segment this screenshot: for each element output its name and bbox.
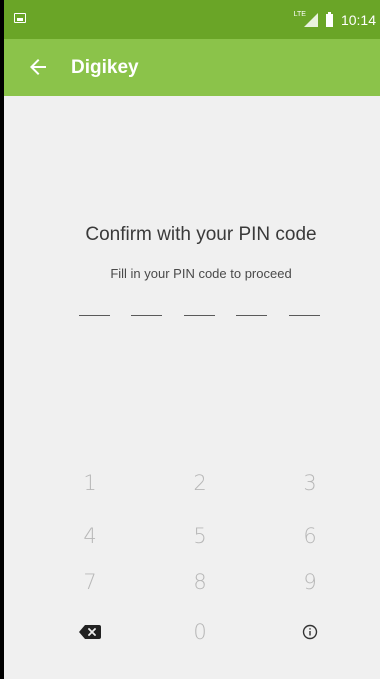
pin-slot [184, 315, 215, 316]
keypad-key-2[interactable]: 2 [170, 463, 230, 503]
pin-slot [289, 315, 320, 316]
prompt-title: Confirm with your PIN code [85, 224, 317, 245]
keypad-key-8[interactable]: 8 [170, 562, 230, 602]
battery-icon [325, 11, 333, 27]
keypad-key-3[interactable]: 3 [280, 463, 340, 503]
app-bar: Digikey [4, 39, 380, 96]
pin-slot [131, 315, 162, 316]
keypad-key-5[interactable]: 5 [170, 516, 230, 556]
pin-slot [236, 315, 267, 316]
pin-slot [79, 315, 110, 316]
app-title: Digikey [71, 57, 139, 78]
prompt-subtitle: Fill in your PIN code to proceed [110, 266, 292, 281]
keypad-key-4[interactable]: 4 [60, 516, 120, 556]
status-bar: LTE 10:14 [4, 0, 380, 39]
keypad-key-7[interactable]: 7 [60, 562, 120, 602]
keypad-key-6[interactable]: 6 [280, 516, 340, 556]
image-notification-icon [14, 13, 26, 23]
status-indicators: LTE 10:14 [294, 10, 376, 30]
arrow-back-icon[interactable] [26, 55, 50, 79]
signal-icon [303, 13, 318, 27]
backspace-icon[interactable] [70, 612, 110, 652]
keypad-key-1[interactable]: 1 [60, 463, 120, 503]
info-icon[interactable] [290, 612, 330, 652]
keypad-key-0[interactable]: 0 [170, 612, 230, 652]
status-time: 10:14 [340, 12, 376, 28]
keypad-key-9[interactable]: 9 [280, 562, 340, 602]
pin-screen: LTE 10:14 Digikey Confirm with your PIN … [4, 0, 380, 679]
